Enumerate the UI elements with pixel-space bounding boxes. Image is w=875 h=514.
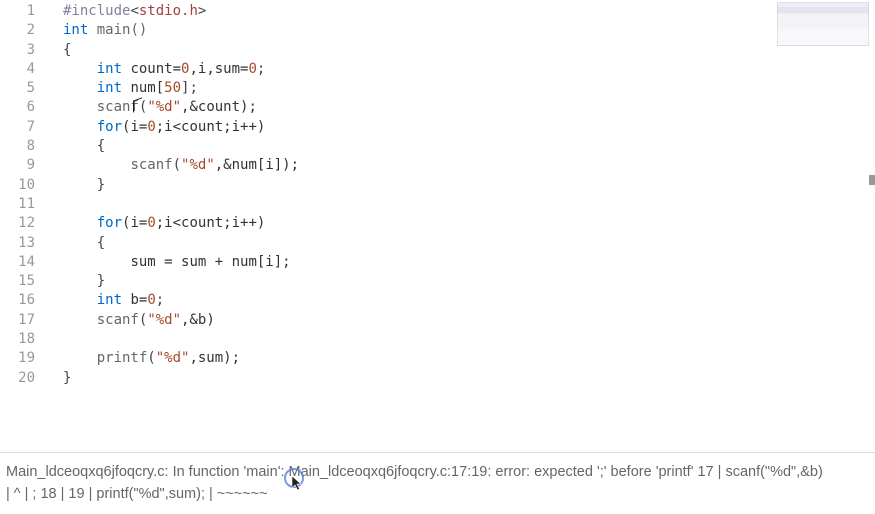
line-number: 18 <box>0 330 35 349</box>
code-line[interactable]: { <box>63 234 875 253</box>
code-line[interactable]: } <box>63 272 875 291</box>
code-content[interactable]: #include<stdio.h> int main() { int count… <box>45 0 875 445</box>
code-line[interactable]: scanf("%d",&num[i]); <box>63 156 875 175</box>
line-number: 17 <box>0 311 35 330</box>
code-line[interactable]: int b=0; <box>63 291 875 310</box>
error-line: Main_ldceoqxq6jfoqcry.c: In function 'ma… <box>6 461 869 483</box>
code-line[interactable]: printf("%d",sum); <box>63 349 875 368</box>
error-line: | ^ | ; 18 | 19 | printf("%d",sum); | ~~… <box>6 483 869 505</box>
line-number: 19 <box>0 349 35 368</box>
line-number: 8 <box>0 137 35 156</box>
line-number: 11 <box>0 195 35 214</box>
line-number: 2 <box>0 21 35 40</box>
minimap[interactable] <box>777 2 869 46</box>
code-line[interactable]: sum = sum + num[i]; <box>63 253 875 272</box>
code-line[interactable]: #include<stdio.h> <box>63 2 875 21</box>
scrollbar-marker[interactable] <box>869 175 875 185</box>
code-line[interactable]: { <box>63 137 875 156</box>
line-number: 10 <box>0 176 35 195</box>
line-number: 13 <box>0 234 35 253</box>
preprocessor: #include <box>63 3 130 19</box>
line-gutter: 1 2 3 4 5 6 7 8 9 10 11 12 13 14 15 16 1… <box>0 0 45 445</box>
code-line[interactable]: scanf("%d",&b) <box>63 311 875 330</box>
line-number: 15 <box>0 272 35 291</box>
code-line[interactable]: } <box>63 176 875 195</box>
line-number: 14 <box>0 253 35 272</box>
code-line[interactable]: { <box>63 41 875 60</box>
line-number: 20 <box>0 369 35 388</box>
line-number: 9 <box>0 156 35 175</box>
code-line[interactable]: int main() <box>63 21 875 40</box>
code-line[interactable]: scanf("%d",&count); <box>63 98 875 117</box>
line-number: 12 <box>0 214 35 233</box>
code-line[interactable]: for(i=0;i<count;i++) <box>63 214 875 233</box>
compiler-output[interactable]: Main_ldceoqxq6jfoqcry.c: In function 'ma… <box>0 452 875 514</box>
line-number: 7 <box>0 118 35 137</box>
line-number: 16 <box>0 291 35 310</box>
line-number: 6 <box>0 98 35 117</box>
code-line[interactable]: int num[50]; <box>63 79 875 98</box>
line-number: 1 <box>0 2 35 21</box>
code-line[interactable]: int count=0,i,sum=0; <box>63 60 875 79</box>
line-number: 5 <box>0 79 35 98</box>
code-line[interactable] <box>63 330 875 349</box>
code-line[interactable]: } <box>63 369 875 388</box>
line-number: 3 <box>0 41 35 60</box>
code-line[interactable]: for(i=0;i<count;i++) <box>63 118 875 137</box>
line-number: 4 <box>0 60 35 79</box>
code-line[interactable] <box>63 195 875 214</box>
code-editor[interactable]: 1 2 3 4 5 6 7 8 9 10 11 12 13 14 15 16 1… <box>0 0 875 445</box>
